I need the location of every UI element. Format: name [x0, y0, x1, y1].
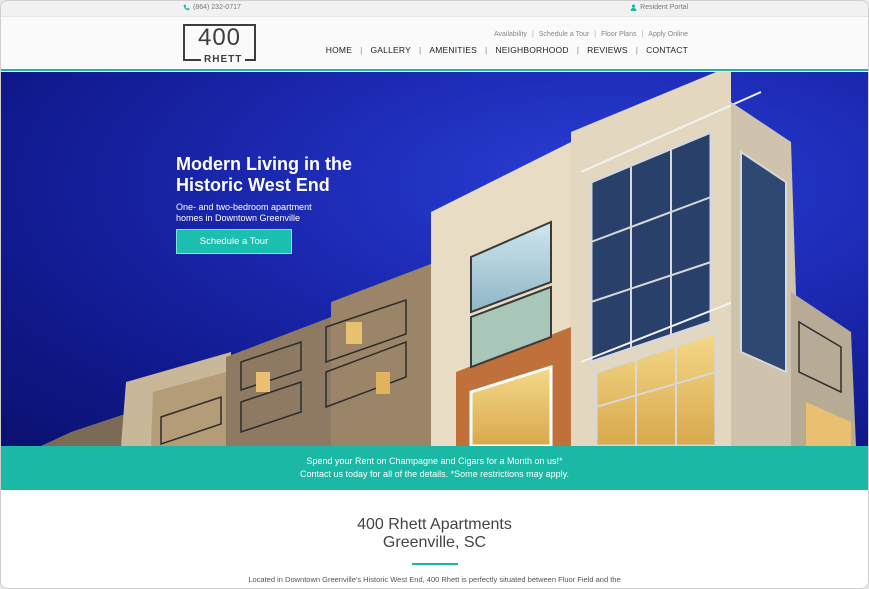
schedule-tour-button[interactable]: Schedule a Tour: [176, 229, 292, 254]
phone-number: (864) 232-0717: [193, 4, 241, 11]
nav-amenities[interactable]: AMENITIES: [429, 45, 477, 55]
resident-portal-link[interactable]: Resident Portal: [630, 4, 688, 11]
promo-line1: Spend your Rent on Champagne and Cigars …: [306, 456, 563, 466]
hero-subtitle: One- and two-bedroom apartment homes in …: [176, 202, 312, 223]
hero-copy: Modern Living in the Historic West End O…: [176, 154, 376, 224]
nav-separator: |: [635, 45, 639, 55]
subnav-separator: |: [531, 31, 534, 38]
logo-word: RHETT: [201, 54, 246, 65]
hero-banner: Modern Living in the Historic West End O…: [1, 72, 868, 446]
nav-separator: |: [576, 45, 580, 55]
promo-line2: Contact us today for all of the details.…: [300, 469, 569, 479]
intro-title: 400 Rhett Apartments Greenville, SC: [1, 516, 868, 552]
subnav-separator: |: [594, 31, 597, 38]
nav-reviews[interactable]: REVIEWS: [587, 45, 628, 55]
resident-portal-label: Resident Portal: [640, 4, 688, 11]
intro-title-line2: Greenville, SC: [382, 534, 487, 551]
secondary-nav: Availability | Schedule a Tour | Floor P…: [494, 31, 688, 38]
nav-separator: |: [485, 45, 488, 55]
utility-bar: (864) 232-0717 Resident Portal: [1, 1, 868, 17]
phone-icon: [183, 4, 190, 11]
hero-title-line2: Historic West End: [176, 175, 330, 195]
nav-gallery[interactable]: GALLERY: [371, 45, 411, 55]
hero-title: Modern Living in the Historic West End: [176, 154, 376, 196]
user-icon: [630, 4, 637, 11]
nav-contact[interactable]: CONTACT: [646, 45, 688, 55]
subnav-apply-online[interactable]: Apply Online: [648, 31, 688, 38]
site-header: 400 RHETT Availability | Schedule a Tour…: [1, 17, 868, 71]
phone-link[interactable]: (864) 232-0717: [183, 4, 241, 11]
subnav-floor-plans[interactable]: Floor Plans: [601, 31, 636, 38]
nav-separator: |: [360, 45, 363, 55]
logo-number: 400: [197, 24, 242, 51]
hero-title-line1: Modern Living in the: [176, 154, 352, 174]
nav-separator: |: [418, 45, 422, 55]
building-illustration: [41, 72, 856, 446]
intro-paragraph: Located in Downtown Greenville's Histori…: [248, 575, 621, 584]
main-nav: HOME | GALLERY | AMENITIES | NEIGHBORHOO…: [326, 45, 688, 55]
site-logo[interactable]: 400 RHETT: [183, 24, 256, 65]
browser-page: (864) 232-0717 Resident Portal 400 RHETT…: [0, 0, 869, 589]
nav-neighborhood[interactable]: NEIGHBORHOOD: [495, 45, 568, 55]
promo-banner: Spend your Rent on Champagne and Cigars …: [1, 446, 868, 490]
subnav-schedule-tour[interactable]: Schedule a Tour: [539, 31, 589, 38]
nav-home[interactable]: HOME: [326, 45, 352, 55]
intro-section: 400 Rhett Apartments Greenville, SC Loca…: [1, 490, 868, 588]
intro-divider: [411, 563, 458, 565]
subnav-separator: |: [641, 31, 644, 38]
intro-title-line1: 400 Rhett Apartments: [357, 516, 512, 533]
subnav-availability[interactable]: Availability: [494, 31, 527, 38]
